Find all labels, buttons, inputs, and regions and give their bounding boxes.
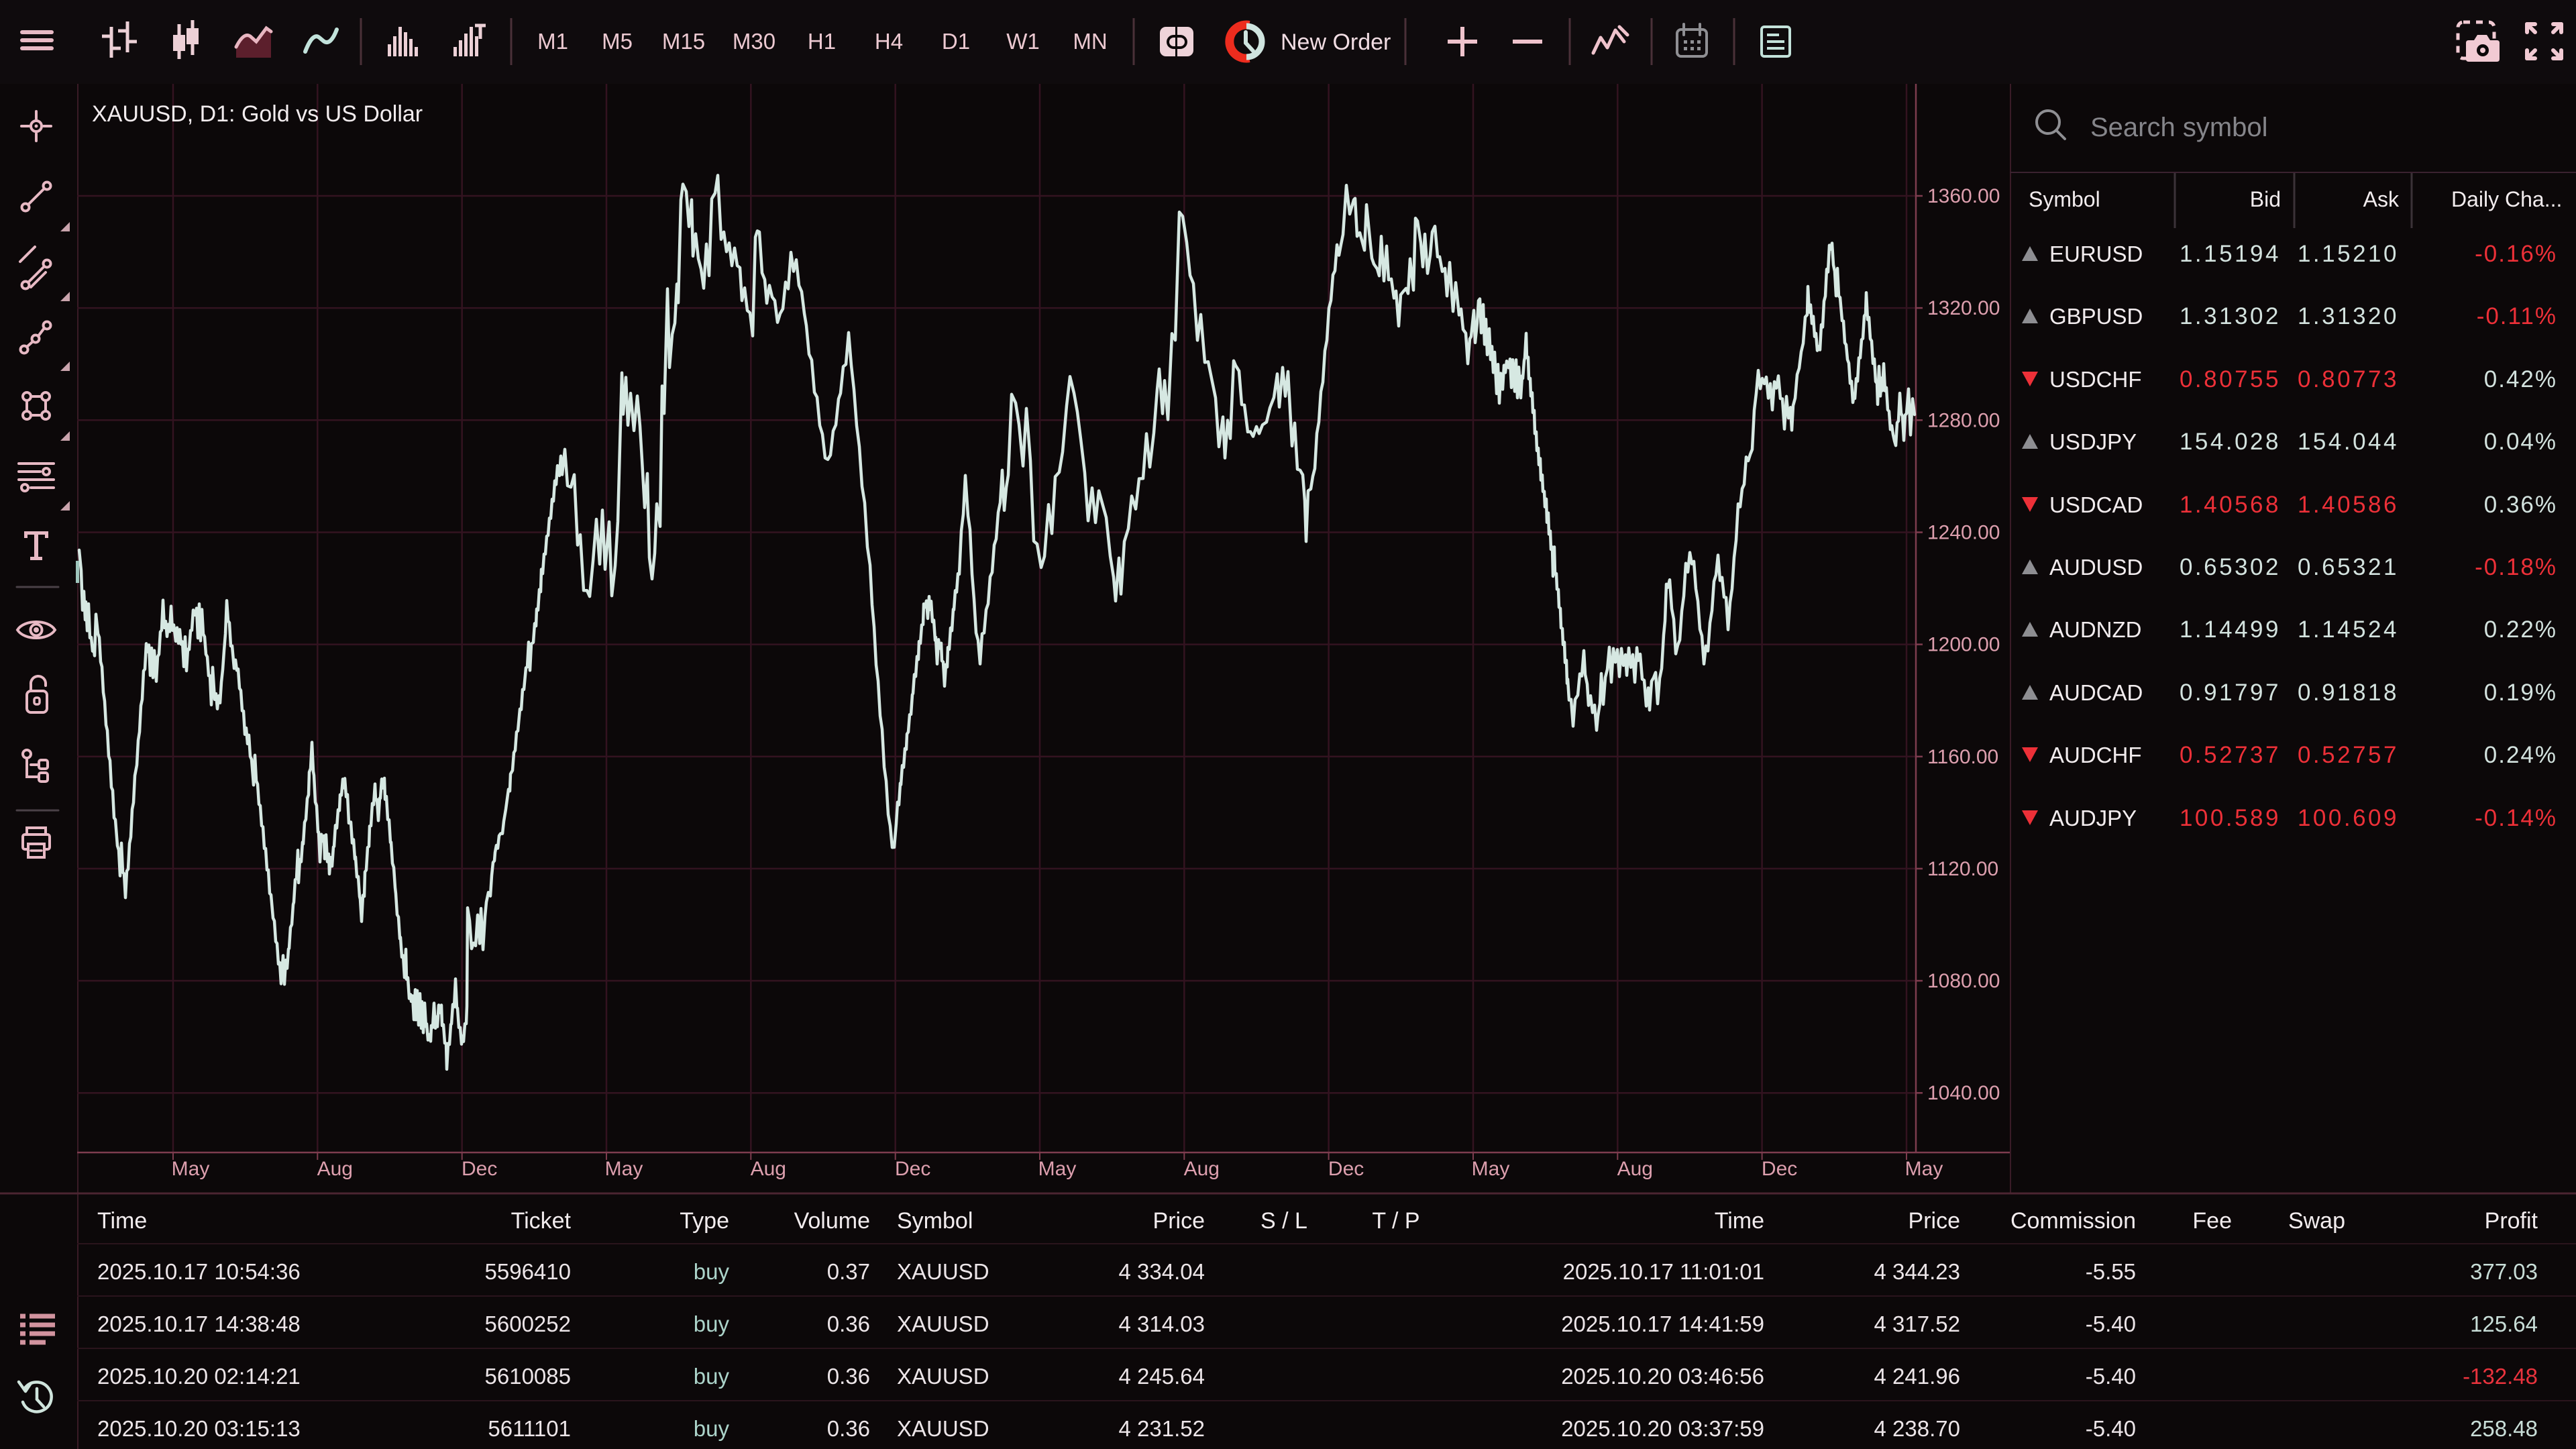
svg-text:5610085: 5610085 <box>485 1364 571 1389</box>
svg-text:5596410: 5596410 <box>485 1259 571 1284</box>
svg-text:Time: Time <box>97 1208 147 1234</box>
svg-text:buy: buy <box>694 1416 730 1441</box>
svg-text:XAUUSD: XAUUSD <box>897 1364 989 1389</box>
svg-text:Price: Price <box>1153 1208 1205 1234</box>
svg-text:0.37: 0.37 <box>827 1259 870 1284</box>
svg-text:-5.55: -5.55 <box>2086 1259 2136 1284</box>
svg-text:-5.40: -5.40 <box>2086 1364 2136 1389</box>
svg-text:4 317.52: 4 317.52 <box>1874 1311 1960 1336</box>
svg-text:Fee: Fee <box>2192 1208 2232 1234</box>
svg-text:0.36: 0.36 <box>827 1364 870 1389</box>
svg-text:Price: Price <box>1909 1208 1960 1234</box>
svg-text:2025.10.17 14:41:59: 2025.10.17 14:41:59 <box>1561 1311 1764 1336</box>
svg-text:377.03: 377.03 <box>2470 1259 2538 1284</box>
svg-text:S / L: S / L <box>1260 1208 1307 1234</box>
svg-text:Ticket: Ticket <box>511 1208 572 1234</box>
svg-text:0.36: 0.36 <box>827 1416 870 1441</box>
svg-text:-132.48: -132.48 <box>2463 1364 2538 1389</box>
svg-text:XAUUSD: XAUUSD <box>897 1311 989 1336</box>
svg-text:XAUUSD: XAUUSD <box>897 1259 989 1284</box>
svg-text:Profit: Profit <box>2485 1208 2538 1234</box>
svg-text:Symbol: Symbol <box>897 1208 973 1234</box>
svg-text:buy: buy <box>694 1259 730 1284</box>
svg-text:2025.10.17 11:01:01: 2025.10.17 11:01:01 <box>1563 1259 1764 1284</box>
svg-text:4 344.23: 4 344.23 <box>1874 1259 1960 1284</box>
svg-text:4 241.96: 4 241.96 <box>1874 1364 1960 1389</box>
svg-text:2025.10.20 03:15:13: 2025.10.20 03:15:13 <box>97 1416 301 1441</box>
svg-text:Volume: Volume <box>794 1208 870 1234</box>
svg-text:2025.10.17 10:54:36: 2025.10.17 10:54:36 <box>97 1259 301 1284</box>
svg-text:Commission: Commission <box>2010 1208 2136 1234</box>
svg-text:5600252: 5600252 <box>485 1311 571 1336</box>
svg-text:Swap: Swap <box>2288 1208 2345 1234</box>
svg-text:258.48: 258.48 <box>2470 1416 2538 1441</box>
svg-text:-5.40: -5.40 <box>2086 1311 2136 1336</box>
svg-text:2025.10.20 03:37:59: 2025.10.20 03:37:59 <box>1561 1416 1764 1441</box>
svg-text:0.36: 0.36 <box>827 1311 870 1336</box>
svg-text:2025.10.20 03:46:56: 2025.10.20 03:46:56 <box>1561 1364 1764 1389</box>
svg-text:2025.10.17 14:38:48: 2025.10.17 14:38:48 <box>97 1311 301 1336</box>
svg-text:T / P: T / P <box>1372 1208 1419 1234</box>
svg-text:4 231.52: 4 231.52 <box>1119 1416 1205 1441</box>
svg-text:4 314.03: 4 314.03 <box>1119 1311 1205 1336</box>
svg-text:-5.40: -5.40 <box>2086 1416 2136 1441</box>
svg-text:4 245.64: 4 245.64 <box>1119 1364 1205 1389</box>
svg-text:4 334.04: 4 334.04 <box>1119 1259 1205 1284</box>
svg-text:125.64: 125.64 <box>2470 1311 2538 1336</box>
svg-text:buy: buy <box>694 1311 730 1336</box>
svg-text:4 238.70: 4 238.70 <box>1874 1416 1960 1441</box>
svg-text:Type: Type <box>680 1208 729 1234</box>
svg-text:5611101: 5611101 <box>488 1416 571 1441</box>
svg-text:XAUUSD: XAUUSD <box>897 1416 989 1441</box>
svg-text:2025.10.20 02:14:21: 2025.10.20 02:14:21 <box>97 1364 301 1389</box>
svg-text:buy: buy <box>694 1364 730 1389</box>
svg-text:Time: Time <box>1715 1208 1764 1234</box>
